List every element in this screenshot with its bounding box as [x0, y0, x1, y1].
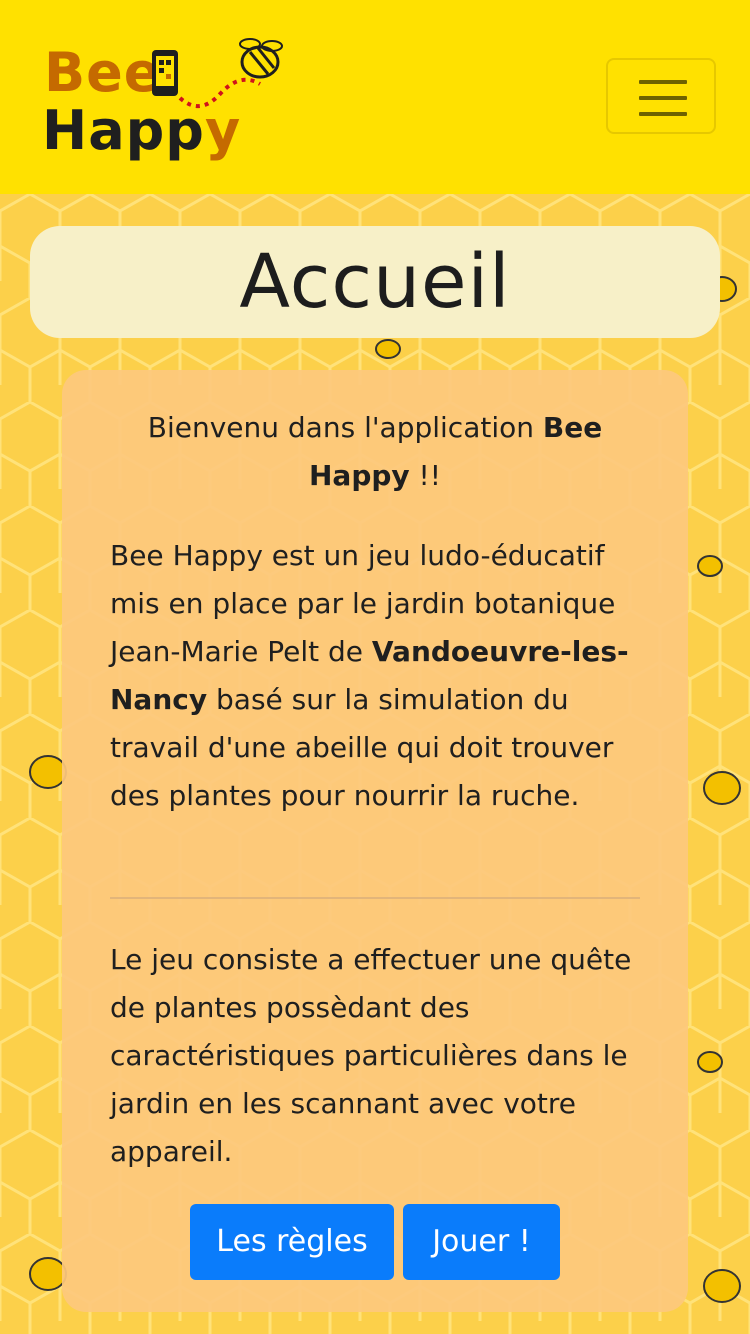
hamburger-menu-icon: [639, 112, 687, 116]
welcome-card: Bienvenu dans l'application Bee Happy !!…: [62, 370, 688, 1312]
game-description-paragraph: Le jeu consiste a effectuer une quête de…: [110, 943, 632, 1168]
hamburger-menu-icon: [639, 80, 687, 84]
rules-button[interactable]: Les règles: [190, 1204, 394, 1280]
page-title-card: Accueil: [30, 226, 720, 338]
bee-happy-logo[interactable]: Bee Happy: [38, 32, 288, 172]
description-paragraph: Bee Happy est un jeu ludo-éducatif mis e…: [110, 532, 650, 820]
welcome-suffix: !!: [409, 459, 442, 492]
hamburger-menu-icon: [639, 96, 687, 100]
navbar-toggle-button[interactable]: [606, 58, 716, 134]
page-title: Accueil: [239, 239, 511, 325]
app-header: Bee Happy: [0, 0, 750, 194]
welcome-prefix: Bienvenu dans l'application: [147, 411, 543, 444]
logo-word-bee: Bee: [44, 41, 162, 104]
phone-qr-bee-icon: [152, 38, 283, 108]
welcome-text: Bienvenu dans l'application Bee Happy !!: [102, 404, 648, 500]
divider: [110, 897, 640, 899]
play-button[interactable]: Jouer !: [403, 1204, 560, 1280]
